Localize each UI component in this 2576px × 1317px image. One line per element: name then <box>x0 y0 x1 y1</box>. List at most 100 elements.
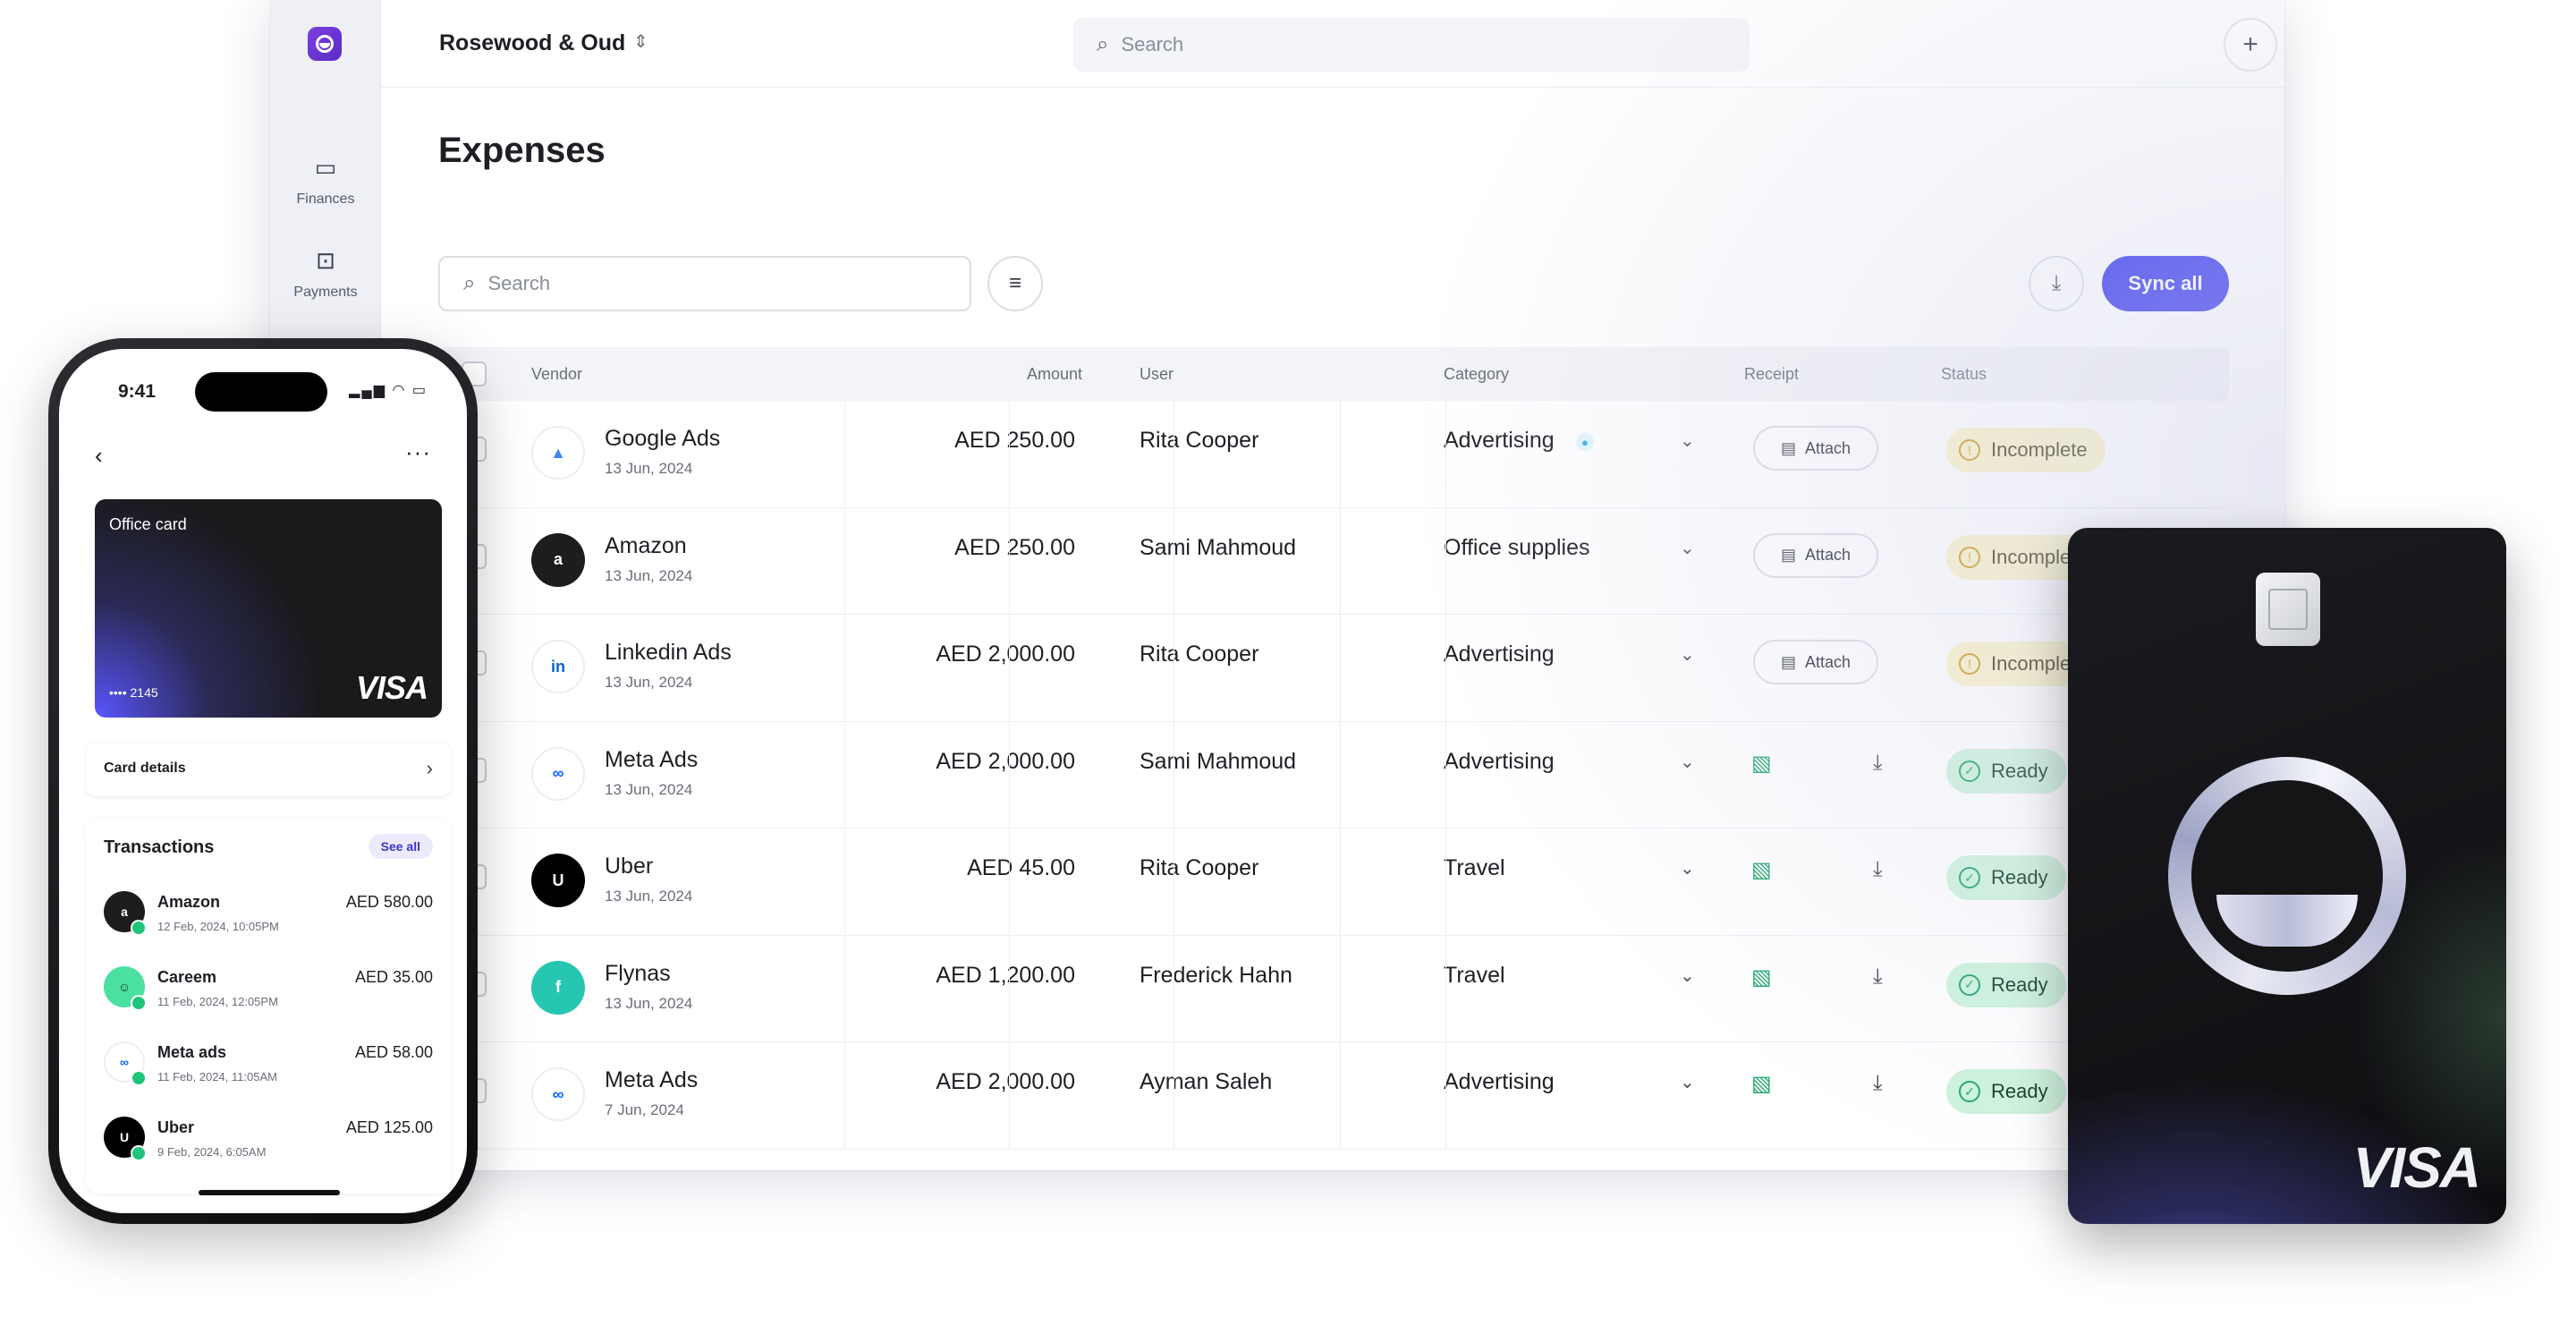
more-icon[interactable]: ··· <box>405 438 431 466</box>
column-header-vendor[interactable]: Vendor <box>531 365 582 384</box>
top-bar: Rosewood & Oud ⇕ ⌕ Search + OA <box>381 0 2284 88</box>
sync-all-button[interactable]: Sync all <box>2102 256 2229 311</box>
table-row[interactable]: ∞ Meta Ads 7 Jun, 2024 AED 2,000.00 Ayma… <box>438 1042 2229 1150</box>
category-select[interactable]: Travel <box>1444 963 1505 989</box>
expense-user: Rita Cooper <box>1140 642 1259 667</box>
card-details-row[interactable]: Card details › <box>86 743 451 796</box>
chevron-down-icon[interactable]: ⌄ <box>1680 537 1695 559</box>
vendor-name[interactable]: Flynas <box>605 961 671 987</box>
receipt-file-icon[interactable]: ▧ <box>1751 1071 1772 1097</box>
expense-date: 13 Jun, 2024 <box>605 566 693 584</box>
category-select[interactable]: Advertising <box>1444 642 1555 667</box>
chevron-down-icon[interactable]: ⌄ <box>1680 751 1695 773</box>
category-select[interactable]: Travel <box>1444 855 1505 881</box>
receipt-file-icon[interactable]: ▧ <box>1751 751 1772 777</box>
add-button[interactable]: + <box>2224 18 2277 72</box>
rail-item-label: Payments <box>293 285 358 300</box>
status-label: Ready <box>1991 973 2048 996</box>
app-logo-icon[interactable] <box>308 27 342 61</box>
vendor-name[interactable]: Google Ads <box>605 426 720 452</box>
list-item[interactable]: U Uber 9 Feb, 2024, 6:05AM AED 125.00 <box>86 1109 451 1185</box>
see-all-button[interactable]: See all <box>368 834 433 859</box>
rail-item-payments[interactable]: ⊡ Payments <box>270 247 381 301</box>
table-row[interactable]: a Amazon 13 Jun, 2024 AED 250.00 Sami Ma… <box>438 507 2229 615</box>
column-divider <box>1340 828 1341 935</box>
category-select[interactable]: Advertising <box>1444 428 1555 454</box>
transaction-amount: AED 35.00 <box>354 968 433 986</box>
vendor-name[interactable]: Meta Ads <box>605 1067 698 1093</box>
status-badge: ✓ Ready <box>1946 1069 2066 1114</box>
card-number: •••• 2145 <box>109 685 158 700</box>
column-header-amount[interactable]: Amount <box>1027 365 1082 384</box>
category-select[interactable]: Office supplies <box>1444 535 1590 561</box>
download-receipt-icon[interactable]: ⤓ <box>1873 964 1883 990</box>
vendor-name[interactable]: Meta Ads <box>605 747 698 773</box>
column-divider <box>844 507 845 614</box>
attach-receipt-button[interactable]: ▤ Attach <box>1753 426 1878 471</box>
transaction-name: Amazon <box>157 893 221 911</box>
transaction-amount: AED 125.00 <box>345 1118 433 1136</box>
category-select[interactable]: Advertising <box>1444 1069 1555 1095</box>
transactions-title: Transactions <box>104 837 215 857</box>
status-badge: ✓ Ready <box>1946 748 2066 794</box>
status-label: Ready <box>1991 759 2048 782</box>
brand-logo-icon <box>2168 757 2406 995</box>
chevron-down-icon[interactable]: ⌄ <box>1680 429 1695 452</box>
attach-receipt-button[interactable]: ▤ Attach <box>1753 640 1878 684</box>
table-header: Vendor Amount User Category Receipt Stat… <box>438 347 2229 401</box>
download-receipt-icon[interactable]: ⤓ <box>1873 1071 1883 1096</box>
column-header-user[interactable]: User <box>1140 365 1174 384</box>
list-item[interactable]: a Amazon 12 Feb, 2024, 10:05PM AED 580.0… <box>86 884 451 959</box>
vendor-name[interactable]: Amazon <box>605 533 687 559</box>
column-divider <box>844 721 845 828</box>
list-item[interactable]: ∞ Meta ads 11 Feb, 2024, 11:05AM AED 58.… <box>86 1034 451 1109</box>
list-item[interactable]: ☺ Careem 11 Feb, 2024, 12:05PM AED 35.00 <box>86 959 451 1034</box>
chevron-updown-icon[interactable]: ⇕ <box>633 30 648 53</box>
receipt-file-icon[interactable]: ▧ <box>1751 857 1772 883</box>
column-divider <box>1009 615 1010 721</box>
status-label: Incomplete <box>1991 438 2088 461</box>
vendor-name[interactable]: Uber <box>605 854 653 879</box>
download-receipt-icon[interactable]: ⤓ <box>1873 857 1883 882</box>
chevron-down-icon[interactable]: ⌄ <box>1680 643 1695 666</box>
expense-user: Rita Cooper <box>1140 428 1259 453</box>
status-badge: ! Incomplete <box>1946 428 2106 472</box>
receipt-file-icon[interactable]: ▧ <box>1751 964 1772 990</box>
expense-date: 13 Jun, 2024 <box>605 994 693 1012</box>
expense-date: 13 Jun, 2024 <box>605 674 693 691</box>
attach-receipt-button[interactable]: ▤ Attach <box>1753 532 1878 578</box>
home-indicator <box>199 1190 340 1195</box>
filter-button[interactable]: ≡ <box>987 256 1043 311</box>
receipt-icon: ▤ <box>1780 546 1796 564</box>
global-search-input[interactable]: ⌕ Search <box>1073 18 1750 72</box>
column-header-status[interactable]: Status <box>1941 365 1987 384</box>
category-select[interactable]: Advertising <box>1444 749 1555 775</box>
chevron-down-icon[interactable]: ⌄ <box>1680 857 1695 879</box>
vendor-name[interactable]: Linkedin Ads <box>605 640 732 666</box>
expense-amount: AED 2,000.00 <box>936 642 1075 667</box>
column-header-category[interactable]: Category <box>1444 365 1509 384</box>
suggestion-hint-icon[interactable]: ● <box>1576 433 1594 451</box>
back-chevron-icon[interactable]: ‹ <box>95 442 103 470</box>
check-badge-icon <box>131 1070 147 1086</box>
attach-label: Attach <box>1804 438 1852 457</box>
column-divider <box>1445 1042 1446 1149</box>
chevron-down-icon[interactable]: ⌄ <box>1680 1071 1695 1093</box>
receipt-icon: ▤ <box>1780 652 1796 671</box>
table-row[interactable]: U Uber 13 Jun, 2024 AED 45.00 Rita Coope… <box>438 828 2229 936</box>
download-receipt-icon[interactable]: ⤓ <box>1873 751 1883 776</box>
table-row[interactable]: f Flynas 13 Jun, 2024 AED 1,200.00 Frede… <box>438 935 2229 1042</box>
org-switcher[interactable]: Rosewood & Oud <box>439 30 625 56</box>
table-row[interactable]: in Linkedin Ads 13 Jun, 2024 AED 2,000.0… <box>438 615 2229 722</box>
download-button[interactable]: ⤓ <box>2029 256 2084 311</box>
transaction-amount: AED 58.00 <box>354 1043 433 1061</box>
table-row[interactable]: ▲ Google Ads 13 Jun, 2024 AED 250.00 Rit… <box>438 401 2229 508</box>
column-header-receipt[interactable]: Receipt <box>1744 365 1799 384</box>
chevron-down-icon[interactable]: ⌄ <box>1680 964 1695 987</box>
table-row[interactable]: ∞ Meta Ads 13 Jun, 2024 AED 2,000.00 Sam… <box>438 721 2229 828</box>
rail-item-finances[interactable]: ▭ Finances <box>270 154 381 208</box>
virtual-card[interactable]: Office card •••• 2145 VISA <box>95 499 442 718</box>
column-divider <box>844 1042 845 1149</box>
expenses-search-input[interactable]: ⌕ Search <box>438 256 971 311</box>
check-circle-icon: ✓ <box>1959 867 1980 888</box>
